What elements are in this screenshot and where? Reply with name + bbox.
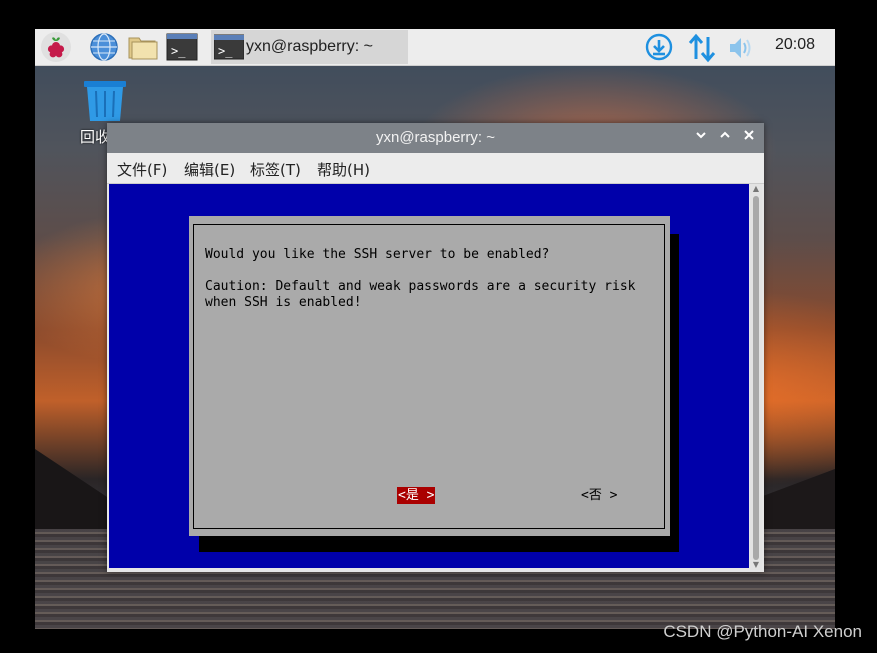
ssh-dialog: Would you like the SSH server to be enab… — [189, 216, 670, 536]
close-icon[interactable] — [739, 128, 759, 148]
file-manager-icon[interactable] — [127, 32, 159, 62]
svg-text:>_: >_ — [171, 44, 186, 58]
network-updown-icon[interactable] — [688, 33, 716, 67]
web-browser-icon[interactable] — [89, 32, 119, 62]
raspberry-menu-icon[interactable] — [41, 32, 71, 62]
no-button[interactable]: <否 > — [581, 487, 617, 504]
taskbar-terminal-button[interactable]: >_ yxn@raspberry: ~ — [211, 30, 408, 64]
trash-label: 回收 — [80, 128, 111, 146]
dialog-question: Would you like the SSH server to be enab… — [205, 247, 550, 262]
minimize-icon[interactable] — [691, 128, 711, 148]
trash-icon[interactable] — [82, 79, 130, 123]
window-title: yxn@raspberry: ~ — [375, 129, 496, 146]
dialog-frame — [193, 224, 665, 529]
window-titlebar[interactable]: yxn@raspberry: ~ — [107, 123, 764, 153]
terminal-area[interactable]: Would you like the SSH server to be enab… — [109, 184, 749, 568]
terminal-scrollbar[interactable]: ▲ ▼ — [750, 184, 762, 570]
watermark: CSDN @Python-AI Xenon — [663, 622, 862, 641]
dialog-caution-line: when SSH is enabled! — [205, 295, 362, 310]
taskbar-window-label: yxn@raspberry: ~ — [246, 38, 373, 55]
top-panel: >_ >_ yxn@raspberry: ~ 20:08 — [35, 29, 835, 66]
clock[interactable]: 20:08 — [775, 36, 815, 54]
scrollbar-thumb[interactable] — [753, 196, 759, 560]
terminal-icon[interactable]: >_ — [166, 32, 198, 62]
yes-button[interactable]: <是 > — [397, 487, 436, 504]
menu-bar: 文件(F) 编辑(E) 标签(T) 帮助(H) — [107, 153, 764, 184]
scroll-up-icon[interactable]: ▲ — [750, 184, 762, 194]
menu-file[interactable]: 文件(F) — [117, 159, 167, 180]
terminal-window: yxn@raspberry: ~ 文件(F) 编辑(E) 标签(T) 帮助(H)… — [107, 123, 764, 572]
menu-tabs[interactable]: 标签(T) — [250, 159, 301, 180]
volume-icon[interactable] — [727, 33, 757, 67]
maximize-icon[interactable] — [715, 128, 735, 148]
svg-text:>_: >_ — [218, 44, 233, 58]
terminal-icon: >_ — [213, 34, 245, 64]
scroll-down-icon[interactable]: ▼ — [750, 560, 762, 570]
download-icon[interactable] — [644, 33, 674, 67]
menu-help[interactable]: 帮助(H) — [317, 159, 370, 180]
menu-edit[interactable]: 编辑(E) — [184, 159, 235, 180]
dialog-caution-line: Caution: Default and weak passwords are … — [205, 279, 636, 294]
